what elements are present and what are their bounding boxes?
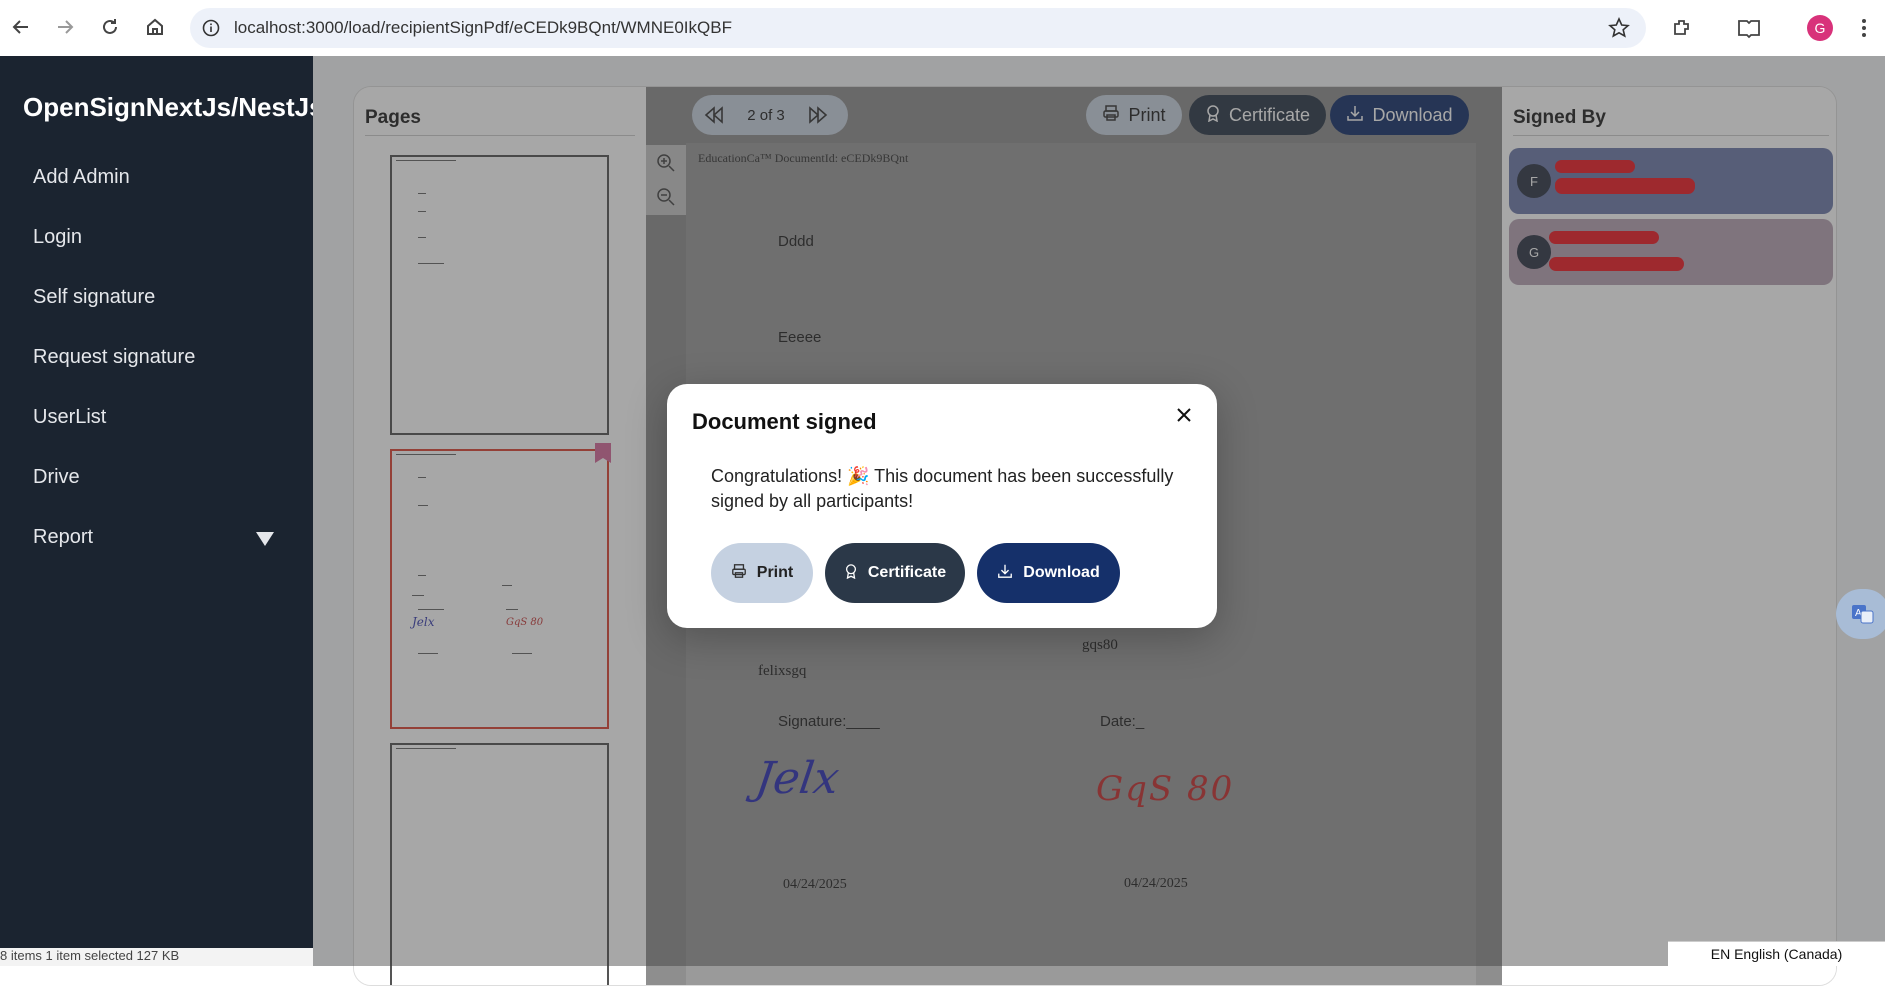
- sidebar-item-drive[interactable]: Drive: [33, 466, 80, 489]
- report-dropdown-arrow-icon[interactable]: [256, 532, 274, 546]
- reload-icon[interactable]: [97, 14, 123, 40]
- reading-mode-icon[interactable]: [1735, 14, 1763, 42]
- sidebar-item-self-signature[interactable]: Self signature: [33, 286, 155, 309]
- dialog-print-button[interactable]: Print: [711, 543, 813, 603]
- dialog-title: Document signed: [692, 409, 877, 434]
- translate-icon[interactable]: A: [1836, 589, 1885, 639]
- file-explorer-status: 8 items 1 item selected 127 KB: [0, 948, 313, 966]
- browser-menu-icon[interactable]: [1850, 14, 1878, 42]
- sidebar-item-report[interactable]: Report: [33, 526, 93, 549]
- dialog-download-button[interactable]: Download: [977, 543, 1120, 603]
- certificate-icon: [844, 563, 858, 584]
- sidebar-item-add-admin[interactable]: Add Admin: [33, 166, 130, 189]
- browser-toolbar: localhost:3000/load/recipientSignPdf/eCE…: [0, 0, 1885, 56]
- sidebar-item-request-signature[interactable]: Request signature: [33, 346, 195, 369]
- address-bar[interactable]: localhost:3000/load/recipientSignPdf/eCE…: [190, 8, 1646, 48]
- dialog-message: Congratulations! 🎉 This document has bee…: [711, 466, 1174, 511]
- language-indicator[interactable]: EN English (Canada): [1668, 941, 1885, 966]
- close-icon[interactable]: [1171, 402, 1197, 428]
- site-info-icon[interactable]: [200, 17, 222, 39]
- home-icon[interactable]: [142, 14, 168, 40]
- extensions-icon[interactable]: [1668, 14, 1696, 42]
- download-icon: [997, 563, 1013, 584]
- url-text: localhost:3000/load/recipientSignPdf/eCE…: [234, 18, 732, 37]
- sidebar-item-login[interactable]: Login: [33, 226, 82, 249]
- back-icon[interactable]: [8, 14, 34, 40]
- printer-icon: [731, 563, 747, 584]
- dialog-certificate-button[interactable]: Certificate: [825, 543, 965, 603]
- sidebar-item-userlist[interactable]: UserList: [33, 406, 106, 429]
- forward-icon[interactable]: [52, 14, 78, 40]
- profile-avatar[interactable]: G: [1807, 15, 1833, 41]
- bookmark-star-icon[interactable]: [1608, 17, 1630, 44]
- dialog-print-label: Print: [756, 564, 794, 581]
- document-signed-dialog: Document signed Congratulations! 🎉 This …: [667, 384, 1217, 628]
- brand-title[interactable]: OpenSignNextJs/NestJs: [23, 92, 324, 123]
- dialog-download-label: Download: [1023, 564, 1100, 581]
- sidebar: OpenSignNextJs/NestJs Add Admin Login Se…: [0, 56, 324, 966]
- dialog-certificate-label: Certificate: [867, 564, 947, 581]
